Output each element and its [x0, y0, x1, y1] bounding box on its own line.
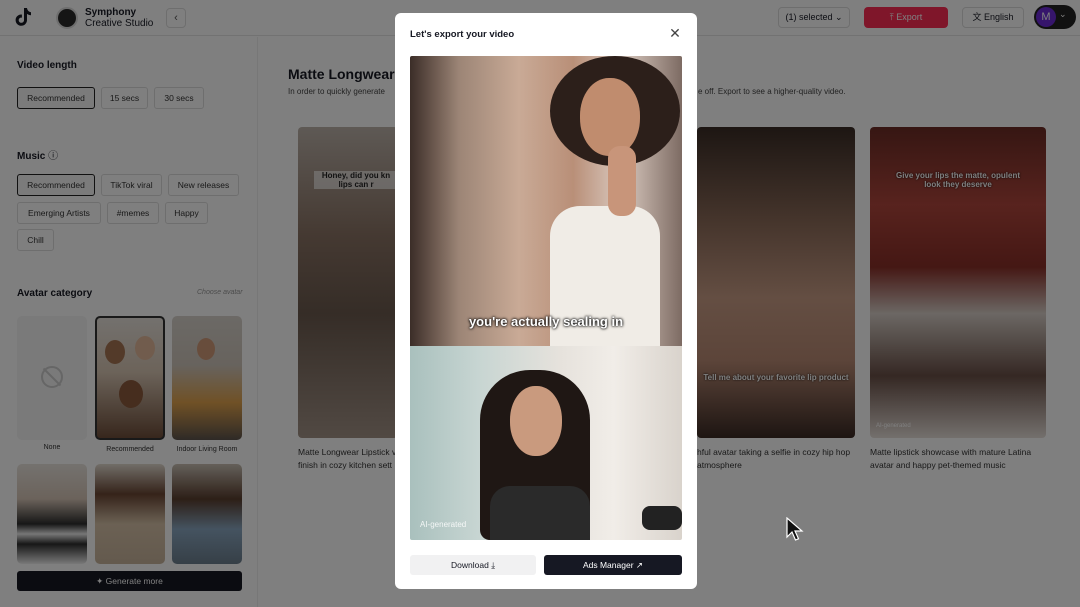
ai-generated-tag: AI-generated — [420, 520, 467, 529]
close-icon[interactable]: ✕ — [668, 26, 682, 40]
mouse-pointer-icon — [786, 517, 804, 541]
face-shape — [580, 78, 640, 156]
ads-manager-button[interactable]: Ads Manager ↗ — [544, 555, 682, 575]
video-scene-bottom — [410, 346, 682, 540]
video-preview[interactable]: you're actually sealing in AI-generated — [410, 56, 682, 540]
download-button[interactable]: Download ⤓ — [410, 555, 536, 575]
video-caption: you're actually sealing in — [468, 314, 624, 329]
face-shape — [510, 386, 562, 456]
export-modal: Let's export your video ✕ you're actuall… — [395, 13, 697, 589]
video-scene-top — [410, 56, 682, 346]
modal-title: Let's export your video — [410, 29, 515, 40]
hand-shape — [608, 146, 636, 216]
top-shape — [490, 486, 590, 540]
microphone-shape — [642, 506, 682, 530]
